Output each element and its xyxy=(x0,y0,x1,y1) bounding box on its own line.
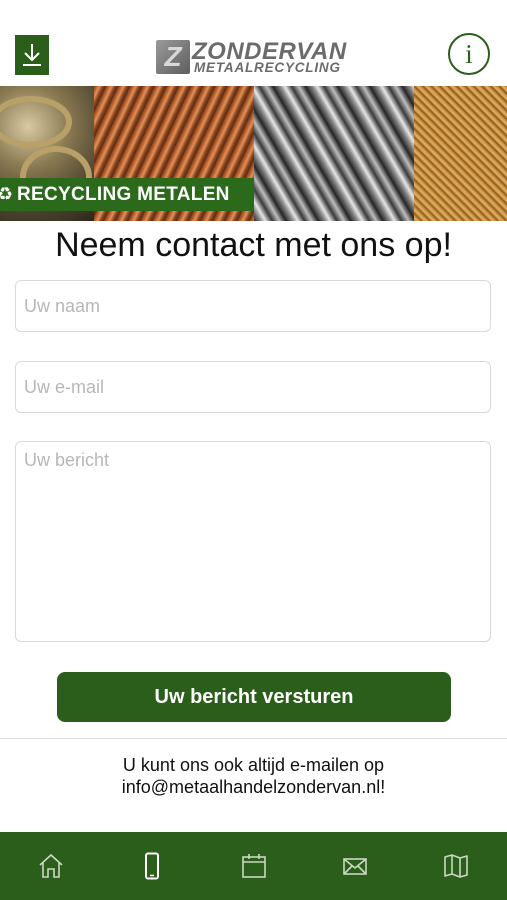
info-icon: i xyxy=(465,38,473,69)
email-input[interactable] xyxy=(16,362,490,412)
tab-map[interactable] xyxy=(406,832,507,900)
tab-home[interactable] xyxy=(0,832,101,900)
tab-calendar[interactable] xyxy=(203,832,304,900)
message-textarea[interactable] xyxy=(16,442,490,640)
tab-mail[interactable] xyxy=(304,832,405,900)
hero-banner: ♻ RECYCLING METALEN xyxy=(0,86,507,221)
email-field[interactable] xyxy=(15,361,491,413)
banner-label-text: RECYCLING METALEN xyxy=(17,183,230,205)
phone-icon xyxy=(145,852,160,880)
bottom-tab-bar xyxy=(0,832,507,900)
page-title: Neem contact met ons op! xyxy=(55,226,452,264)
banner-image-aluminium xyxy=(254,86,414,221)
message-field[interactable] xyxy=(15,441,491,642)
map-icon xyxy=(444,854,469,878)
download-button[interactable] xyxy=(15,35,49,75)
send-message-button[interactable]: Uw bericht versturen xyxy=(57,672,451,722)
mail-icon xyxy=(343,858,367,875)
logo-mark: Z xyxy=(156,40,190,74)
recycle-icon: ♻ xyxy=(0,184,14,204)
banner-label: ♻ RECYCLING METALEN xyxy=(0,178,254,211)
contact-email-link[interactable]: info@metaalhandelzondervan.nl! xyxy=(0,776,507,798)
info-button[interactable]: i xyxy=(448,33,490,75)
home-icon xyxy=(39,853,63,878)
logo-subtitle: METAALRECYCLING xyxy=(194,60,341,75)
banner-image-brass-shavings xyxy=(414,86,507,221)
app-header: Z ZONDERVAN METAALRECYCLING i xyxy=(0,0,507,86)
contact-note: U kunt ons ook altijd e-mailen op info@m… xyxy=(0,754,507,798)
divider xyxy=(0,738,507,739)
tab-contact[interactable] xyxy=(101,832,202,900)
name-input[interactable] xyxy=(16,281,490,331)
download-icon xyxy=(23,44,41,66)
calendar-icon xyxy=(241,854,266,878)
name-field[interactable] xyxy=(15,280,491,332)
brand-logo: Z ZONDERVAN METAALRECYCLING xyxy=(156,38,352,76)
contact-note-line1: U kunt ons ook altijd e-mailen op xyxy=(122,755,385,775)
